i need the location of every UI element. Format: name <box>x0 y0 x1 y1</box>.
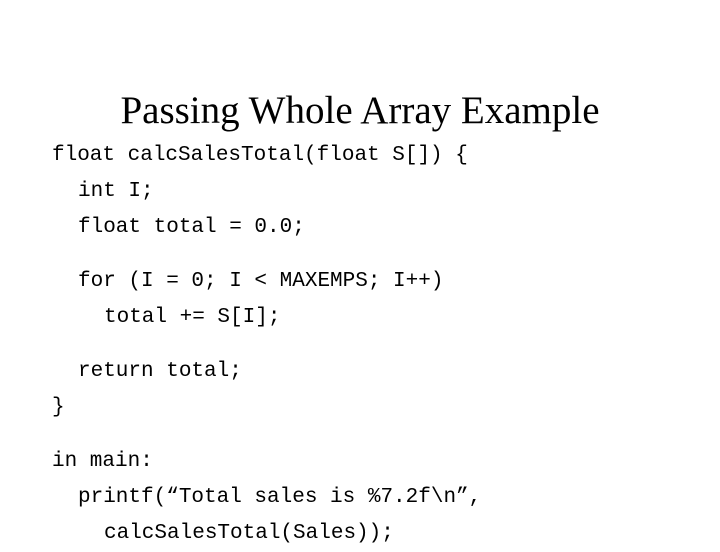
code-line: return total; <box>78 360 242 383</box>
code-line: } <box>52 396 65 419</box>
code-line: in main: <box>52 450 153 473</box>
slide: Passing Whole Array Example float calcSa… <box>0 0 720 545</box>
page-title: Passing Whole Array Example <box>120 89 600 133</box>
code-line: for (I = 0; I < MAXEMPS; I++) <box>78 270 444 293</box>
code-line: float calcSalesTotal(float S[]) { <box>52 144 468 167</box>
code-line: float total = 0.0; <box>78 216 305 239</box>
code-line: calcSalesTotal(Sales)); <box>104 522 394 545</box>
code-line: total += S[I]; <box>104 306 281 329</box>
code-block: float calcSalesTotal(float S[]) { int I; f… <box>52 138 692 552</box>
code-line: printf(“Total sales is %7.2f\n”, <box>78 486 482 509</box>
code-line: int I; <box>78 180 154 203</box>
